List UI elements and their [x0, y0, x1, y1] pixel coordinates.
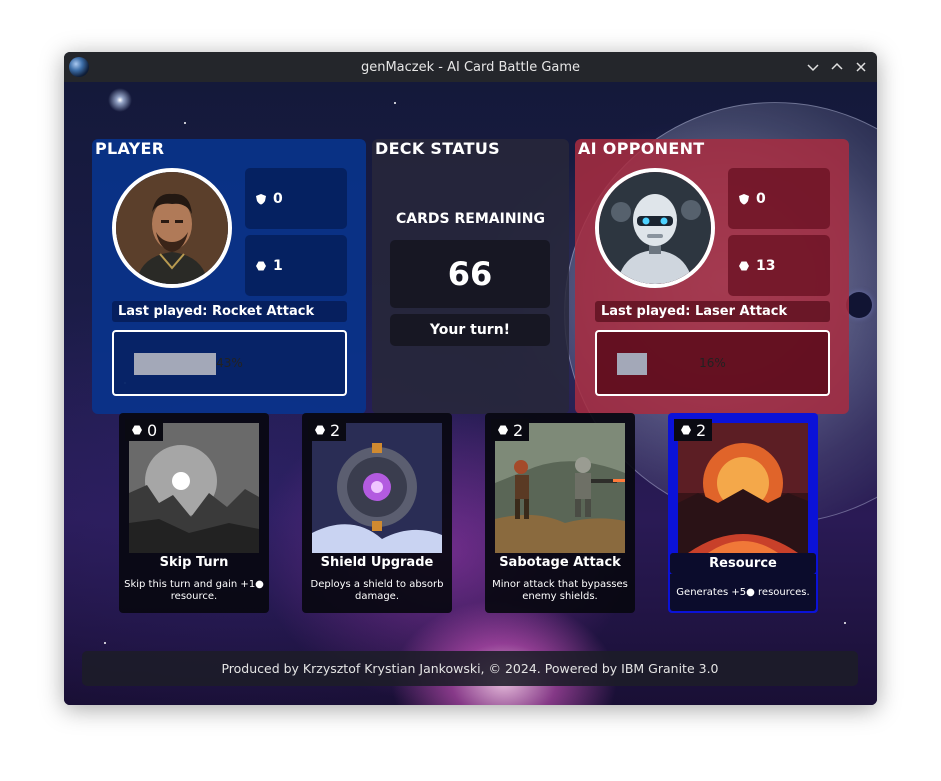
card-description: Minor attack that bypasses enemy shields…	[492, 579, 628, 602]
background-moon	[846, 292, 872, 318]
card-title: Shield Upgrade	[320, 555, 434, 570]
card-cost: 2	[674, 419, 713, 441]
card-cost-value: 2	[330, 420, 341, 440]
player-portrait-image	[116, 172, 228, 284]
ai-progress-text: 16%	[699, 356, 726, 370]
card-description: Skip this turn and gain +1● resource.	[124, 579, 264, 602]
background-star	[844, 622, 846, 624]
turn-indicator: Your turn!	[390, 314, 550, 346]
maximize-button[interactable]	[829, 59, 845, 75]
ai-title: AI OPPONENT	[578, 139, 705, 158]
player-avatar	[112, 168, 232, 288]
card-sabotage-attack[interactable]: 2 Sabotage Attack Minor attack that bypa…	[485, 413, 635, 613]
player-panel: PLAYER 0 1 Last played: Rocket Attack 43…	[92, 139, 366, 414]
minimize-button[interactable]	[805, 59, 821, 75]
card-art-image	[129, 423, 259, 553]
deck-status-panel: DECK STATUS CARDS REMAINING 66 Your turn…	[372, 139, 569, 414]
card-cost-value: 2	[513, 420, 524, 440]
player-last-played: Last played: Rocket Attack	[112, 301, 347, 322]
cards-remaining-count: 66	[390, 240, 550, 308]
hexagon-icon	[256, 261, 266, 270]
card-art-image	[678, 423, 808, 553]
card-title: Sabotage Attack	[499, 555, 621, 570]
shield-icon	[739, 193, 749, 204]
background-star	[104, 642, 106, 644]
close-icon	[856, 62, 866, 72]
app-icon	[69, 57, 89, 77]
card-cost-value: 0	[147, 420, 158, 440]
title-bar[interactable]: genMaczek - AI Card Battle Game	[64, 52, 877, 82]
window-controls	[805, 52, 869, 82]
window-title: genMaczek - AI Card Battle Game	[360, 59, 581, 75]
ai-avatar	[595, 168, 715, 288]
background-star-flare	[108, 88, 132, 112]
card-art-image	[495, 423, 625, 553]
hexagon-icon	[132, 425, 142, 435]
player-resources-stat: 1	[245, 235, 347, 296]
card-description: Deploys a shield to absorb damage.	[310, 579, 444, 602]
background-star	[184, 122, 186, 124]
ai-resources-value: 13	[756, 257, 776, 274]
background-star	[394, 102, 396, 104]
close-button[interactable]	[853, 59, 869, 75]
hexagon-icon	[498, 425, 508, 435]
deck-title: DECK STATUS	[375, 139, 500, 158]
card-cost: 2	[491, 419, 530, 441]
card-title: Skip Turn	[159, 555, 229, 570]
ai-shield-value: 0	[756, 190, 766, 207]
hexagon-icon	[739, 261, 749, 270]
ai-resources-stat: 13	[728, 235, 830, 296]
cards-remaining-label: CARDS REMAINING	[396, 211, 545, 227]
chevron-down-icon	[807, 64, 819, 72]
card-shield-upgrade[interactable]: 2 Shield Upgrade Deploys a shield to abs…	[302, 413, 452, 613]
shield-icon	[256, 193, 266, 204]
player-resources-value: 1	[273, 257, 283, 274]
ai-opponent-panel: AI OPPONENT 0 13 Last played: Laser Atta…	[575, 139, 849, 414]
player-health-progress: 43%	[112, 330, 347, 396]
card-skip-turn[interactable]: 0 Skip Turn Skip this turn and gain +1● …	[119, 413, 269, 613]
footer-credits: Produced by Krzysztof Krystian Jankowski…	[82, 651, 858, 686]
app-window: genMaczek - AI Card Battle Game PLAYER 0…	[64, 52, 877, 705]
card-resource-generator[interactable]: 2 Resource Generator Generates +5● resou…	[668, 413, 818, 613]
card-cost: 0	[125, 419, 164, 441]
game-area: PLAYER 0 1 Last played: Rocket Attack 43…	[64, 82, 877, 705]
ai-shield-stat: 0	[728, 168, 830, 229]
chevron-up-icon	[831, 62, 843, 70]
card-description: Generates +5● resources.	[670, 574, 816, 611]
ai-last-played: Last played: Laser Attack	[595, 301, 830, 322]
card-cost: 2	[308, 419, 347, 441]
ai-health-progress: 16%	[595, 330, 830, 396]
card-title: Resource Generator	[670, 553, 816, 592]
card-cost-value: 2	[696, 420, 707, 440]
card-art-image	[312, 423, 442, 553]
player-shield-stat: 0	[245, 168, 347, 229]
hexagon-icon	[681, 425, 691, 435]
hexagon-icon	[315, 425, 325, 435]
player-progress-text: 43%	[216, 356, 243, 370]
player-title: PLAYER	[95, 139, 165, 158]
player-shield-value: 0	[273, 190, 283, 207]
ai-portrait-image	[599, 172, 711, 284]
